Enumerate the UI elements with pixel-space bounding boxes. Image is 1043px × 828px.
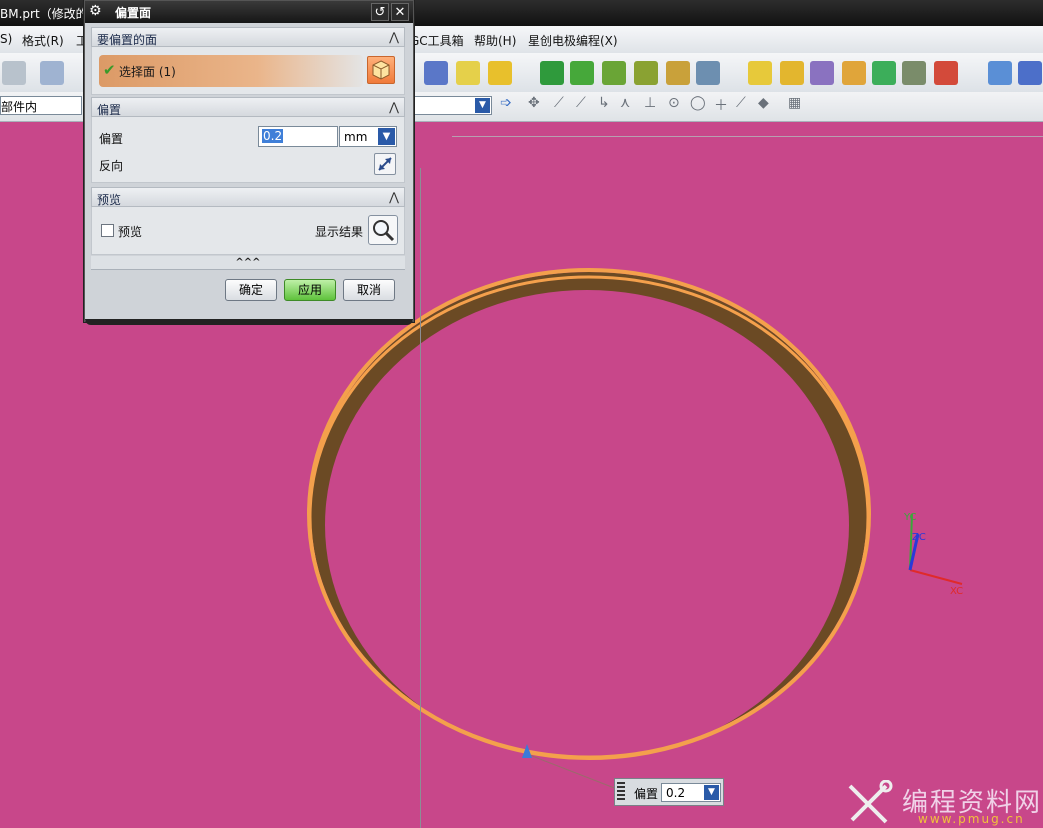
chevron-down-icon: ▼ [475,98,490,113]
show-result-button[interactable] [368,215,398,245]
watermark-url: www.pmug.cn [918,812,1025,826]
snap-center-icon[interactable]: ⊥ [644,95,656,111]
apply-button[interactable]: 应用 [284,279,336,301]
select-face-row[interactable]: ✔ 选择面 (1) [99,55,363,87]
cancel-button[interactable]: 取消 [343,279,395,301]
dialog-title: 偏置面 [115,6,152,20]
offset-value: 0.2 [262,129,284,143]
menu-item-gc-toolbox[interactable]: GC工具箱 [410,32,464,49]
reset-icon[interactable]: ↺ [371,3,389,21]
offset-label: 偏置 [99,132,124,146]
export-arrow-icon[interactable] [780,61,804,85]
offset-section-title: 偏置 [97,103,122,117]
text-tool-icon[interactable] [634,61,658,85]
face-section-title: 要偏置的面 [97,33,158,47]
tools-logo-icon [848,780,893,824]
snap-control-icon[interactable]: ↳ [598,95,610,111]
chevron-down-icon: ▼ [704,785,719,800]
menu-item-s[interactable]: S) [0,32,12,46]
ring-opening [325,290,849,760]
preview-section-header[interactable]: 预览 ⋀ [91,187,405,207]
grid-icon[interactable]: ▦ [788,95,801,111]
array-tool-icon[interactable] [810,61,834,85]
cube-delete-icon[interactable] [488,61,512,85]
parting-tool-icon[interactable] [570,61,594,85]
snap-existing-icon[interactable]: ＋ [714,95,728,115]
snap-on-curve-icon[interactable]: ⟋ [736,95,746,111]
folder-import-icon[interactable] [748,61,772,85]
close-icon[interactable]: ✕ [391,3,409,21]
unit-value: mm [344,130,368,144]
menu-item-format[interactable]: 格式(R) [22,32,64,49]
view-cube-icon[interactable] [988,61,1012,85]
window-title: BM.prt（修改的 [0,7,88,21]
onscreen-offset-value: 0.2 [666,786,686,800]
onscreen-offset-field[interactable]: 0.2 ▼ [661,783,721,802]
offset-section-header[interactable]: 偏置 ⋀ [91,97,405,117]
watermark: 编程资料网 www.pmug.cn [842,780,1042,828]
xc-label: XC [950,586,963,597]
curve-tool-icon[interactable] [2,61,26,85]
yc-label: YC [903,512,917,523]
show-result-label: 显示结果 [315,225,364,239]
measure-tool-icon[interactable] [696,61,720,85]
stack-tool-icon[interactable] [842,61,866,85]
filter-combo[interactable]: ▼ [410,96,492,115]
preview-label: 预览 [118,225,143,239]
preview-section-title: 预览 [97,193,122,207]
snap-on-face-icon[interactable]: ◆ [758,95,769,111]
scope-combo-value: 部件内 [1,100,38,114]
menu-item-help[interactable]: 帮助(H) [474,32,516,49]
face-tool-icon[interactable] [540,61,564,85]
zc-label: ZC [912,532,926,543]
datum-vertical-line [420,168,421,828]
dialog-title-bar[interactable]: ⚙ 偏置面 ↺ ✕ [85,1,413,23]
reverse-direction-button[interactable] [374,153,396,175]
drag-grip-icon[interactable] [617,782,625,802]
xc-axis [909,569,963,585]
electrode-tool-icon[interactable] [934,61,958,85]
arrow-right-icon[interactable]: ➩ [500,95,512,111]
list-tool-icon[interactable] [902,61,926,85]
reverse-arrows-icon [378,157,392,171]
onscreen-offset-input[interactable]: 偏置 0.2 ▼ [614,778,724,806]
snap-quadrant-icon[interactable]: ◯ [690,95,706,111]
chevron-down-icon: ▼ [378,128,395,145]
trim-tool-icon[interactable] [666,61,690,85]
reverse-label: 反向 [99,159,124,173]
chevron-up-icon[interactable]: ⋀ [386,29,402,45]
chevron-up-icon[interactable]: ⋀ [386,99,402,115]
magnifier-icon [373,220,395,242]
view-settings-icon[interactable] [1018,61,1042,85]
datum-horizontal-line [452,136,1043,137]
menu-item-xc-electrode[interactable]: 星创电极编程(X) [528,32,618,49]
box-tool-icon[interactable] [424,61,448,85]
select-face-button[interactable] [367,56,395,84]
surface-tool-icon[interactable] [40,61,64,85]
snap-point-icon[interactable]: ✥ [528,95,540,111]
t-section-icon[interactable] [602,61,626,85]
cube-icon [372,60,390,80]
preview-checkbox[interactable] [101,224,114,237]
select-face-label: 选择面 (1) [119,65,176,79]
cube-edit-icon[interactable] [456,61,480,85]
footer-separator [91,269,405,270]
onscreen-offset-label: 偏置 [634,787,659,801]
snap-mid-icon[interactable]: ⟋ [576,95,586,111]
offset-value-input[interactable]: 0.2 [258,126,338,147]
dialog-bottom-border [85,319,413,325]
gear-icon[interactable]: ⚙ [89,3,102,19]
snap-arc-center-icon[interactable]: ⊙ [668,95,680,111]
block-tool-icon[interactable] [872,61,896,85]
offset-face-dialog: ⚙ 偏置面 ↺ ✕ 要偏置的面 ⋀ ✔ 选择面 (1) 偏置 ⋀ 偏置 0.2 … [84,0,414,325]
snap-intersect-icon[interactable]: ⋏ [620,95,630,111]
collapse-expander[interactable]: ^^^ [91,256,405,269]
face-section-header[interactable]: 要偏置的面 ⋀ [91,27,405,47]
snap-end-icon[interactable]: ⟋ [554,95,564,111]
unit-select[interactable]: mm ▼ [339,126,397,147]
chevron-up-icon[interactable]: ⋀ [386,189,402,205]
ok-button[interactable]: 确定 [225,279,277,301]
scope-combo[interactable]: 部件内 [0,96,82,115]
check-icon: ✔ [103,61,116,79]
